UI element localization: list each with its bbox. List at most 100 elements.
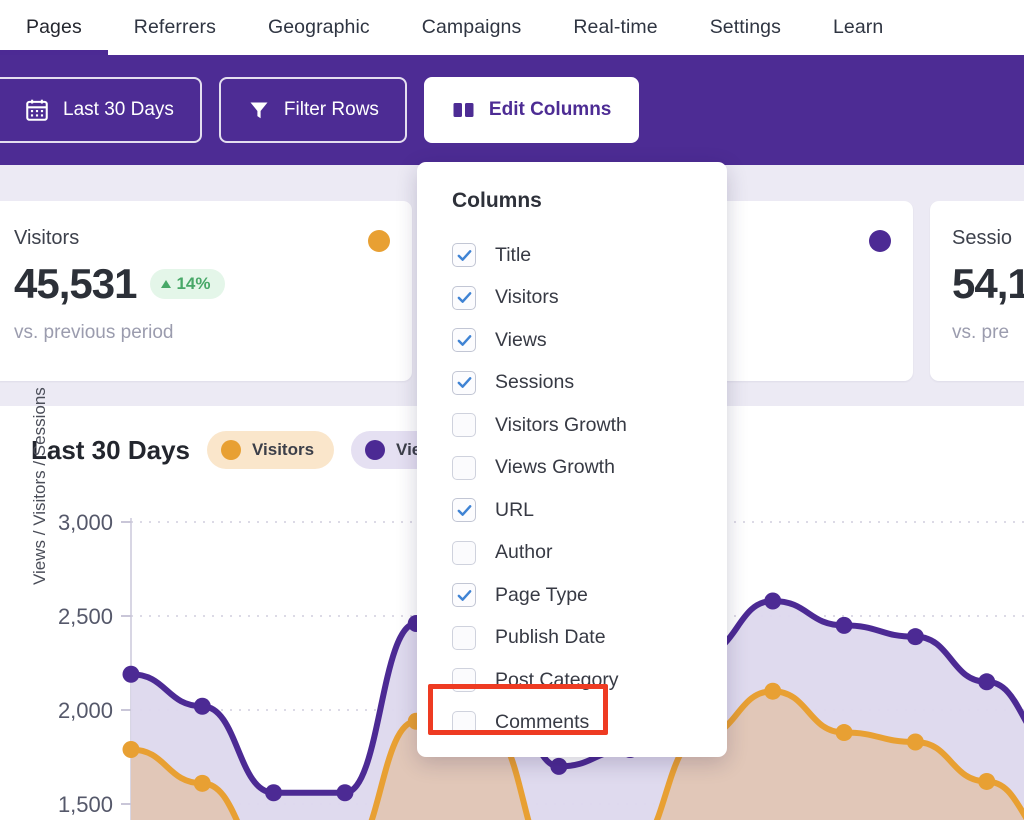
column-option-title[interactable]: Title bbox=[417, 234, 727, 277]
stat-card-value: 54,1 bbox=[952, 260, 1024, 307]
checkbox-checked-icon[interactable] bbox=[452, 583, 476, 608]
edit-columns-label: Edit Columns bbox=[488, 99, 612, 120]
checkbox-checked-icon[interactable] bbox=[452, 370, 476, 395]
column-option-label: Post Category bbox=[495, 668, 619, 691]
date-range-label: Last 30 Days bbox=[63, 99, 174, 120]
nav-tab-label: Geographic bbox=[267, 16, 370, 38]
legend-dot-icon bbox=[365, 440, 386, 460]
column-option-label: Author bbox=[495, 541, 553, 564]
nav-tab-referrers[interactable]: Referrers bbox=[108, 0, 242, 55]
checkbox-checked-icon[interactable] bbox=[452, 285, 476, 310]
y-tick-label: 2,500 bbox=[58, 604, 113, 629]
stat-card-sessions[interactable]: Sessio 54,1 vs. pre bbox=[930, 201, 1024, 381]
nav-tab-pages[interactable]: Pages bbox=[0, 0, 108, 55]
column-option-author[interactable]: Author bbox=[417, 532, 727, 575]
column-option-visitors[interactable]: Visitors bbox=[417, 277, 727, 320]
checkbox-checked-icon[interactable] bbox=[452, 328, 476, 353]
column-option-label: Visitors bbox=[495, 286, 559, 309]
nav-tab-label: Learn bbox=[832, 16, 884, 38]
checkbox-unchecked-icon[interactable] bbox=[452, 413, 476, 438]
chart-data-point[interactable] bbox=[978, 772, 996, 790]
checkbox-unchecked-icon[interactable] bbox=[452, 668, 476, 693]
nav-tab-settings[interactable]: Settings bbox=[684, 0, 807, 55]
y-tick-label: 2,000 bbox=[58, 698, 113, 723]
checkbox-unchecked-icon[interactable] bbox=[452, 540, 476, 565]
stat-card-delta-value: 14% bbox=[176, 274, 211, 293]
nav-tab-campaigns[interactable]: Campaigns bbox=[396, 0, 548, 55]
chart-data-point[interactable] bbox=[122, 665, 140, 683]
nav-tab-label: Settings bbox=[709, 16, 781, 38]
column-option-views[interactable]: Views bbox=[417, 319, 727, 362]
column-option-label: Comments bbox=[495, 711, 590, 734]
column-option-label: Sessions bbox=[495, 371, 575, 394]
stat-card-label: Sessio bbox=[952, 227, 1013, 249]
checkbox-unchecked-icon[interactable] bbox=[452, 455, 476, 480]
chart-title: Last 30 Days bbox=[31, 434, 190, 465]
chart-data-point[interactable] bbox=[764, 682, 782, 700]
chart-data-point[interactable] bbox=[193, 774, 211, 792]
filter-rows-button[interactable]: Filter Rows bbox=[218, 77, 407, 143]
stat-card-visitors[interactable]: Visitors 45,531 14% vs. previous period bbox=[0, 201, 412, 381]
column-option-visitors-growth[interactable]: Visitors Growth bbox=[417, 404, 727, 447]
chart-data-point[interactable] bbox=[906, 733, 924, 751]
chart-data-point[interactable] bbox=[835, 724, 853, 742]
stat-card-delta-badge: 14% bbox=[150, 269, 225, 299]
stat-card-value: 45,531 bbox=[14, 260, 137, 307]
column-option-label: Title bbox=[495, 243, 532, 266]
column-option-url[interactable]: URL bbox=[417, 489, 727, 532]
chart-data-point[interactable] bbox=[835, 616, 853, 634]
funnel-icon bbox=[247, 98, 271, 122]
legend-dot-icon bbox=[220, 440, 241, 460]
stat-card-subtitle: vs. pre bbox=[952, 322, 1010, 343]
column-option-page-type[interactable]: Page Type bbox=[417, 574, 727, 617]
legend-pill-0[interactable]: Visitors bbox=[206, 431, 335, 469]
columns-dropdown-panel: Columns Title Visitors Views Sessions Visito… bbox=[417, 162, 727, 757]
calendar-icon bbox=[24, 97, 50, 123]
column-option-post-category[interactable]: Post Category bbox=[417, 659, 727, 702]
column-option-publish-date[interactable]: Publish Date bbox=[417, 617, 727, 660]
nav-tab-label: Pages bbox=[26, 16, 82, 38]
checkbox-unchecked-icon[interactable] bbox=[452, 710, 476, 735]
checkbox-checked-icon[interactable] bbox=[452, 498, 476, 523]
column-option-comments[interactable]: Comments bbox=[417, 702, 727, 745]
checkbox-checked-icon[interactable] bbox=[452, 243, 476, 268]
column-option-views-growth[interactable]: Views Growth bbox=[417, 447, 727, 490]
legend-label: Visitors bbox=[251, 440, 315, 459]
stat-card-label: Visitors bbox=[14, 227, 80, 249]
nav-tab-geographic[interactable]: Geographic bbox=[242, 0, 396, 55]
column-option-label: URL bbox=[495, 498, 535, 521]
nav-tab-label: Real-time bbox=[573, 16, 658, 38]
chart-data-point[interactable] bbox=[265, 784, 283, 802]
nav-tab-real-time[interactable]: Real-time bbox=[547, 0, 683, 55]
chart-data-point[interactable] bbox=[122, 740, 140, 758]
chart-data-point[interactable] bbox=[978, 673, 996, 691]
column-option-label: Visitors Growth bbox=[495, 413, 627, 436]
stat-card-subtitle: vs. previous period bbox=[14, 322, 174, 343]
column-option-sessions[interactable]: Sessions bbox=[417, 362, 727, 405]
stat-card-value-row: 54,1 bbox=[952, 260, 1024, 308]
stat-card-series-dot bbox=[368, 230, 390, 252]
chart-data-point[interactable] bbox=[336, 784, 354, 802]
stat-card-value-row: 45,531 14% bbox=[14, 260, 390, 308]
edit-columns-button[interactable]: Edit Columns bbox=[423, 77, 640, 143]
chart-data-point[interactable] bbox=[550, 757, 568, 775]
stat-card-series-dot bbox=[869, 230, 891, 252]
chart-data-point[interactable] bbox=[193, 697, 211, 715]
nav-tab-label: Campaigns bbox=[421, 16, 522, 38]
column-option-label: Views bbox=[495, 328, 547, 351]
up-caret-icon bbox=[161, 280, 172, 288]
date-range-button[interactable]: Last 30 Days bbox=[0, 77, 202, 143]
columns-icon bbox=[452, 100, 476, 120]
checkbox-unchecked-icon[interactable] bbox=[452, 625, 476, 650]
y-tick-label: 3,000 bbox=[58, 510, 113, 535]
column-option-label: Views Growth bbox=[495, 456, 615, 479]
chart-data-point[interactable] bbox=[764, 592, 782, 610]
chart-data-point[interactable] bbox=[906, 628, 924, 646]
column-option-label: Publish Date bbox=[495, 626, 606, 649]
chart-legend: Visitors Vie bbox=[206, 431, 442, 469]
columns-dropdown-title: Columns bbox=[452, 189, 542, 212]
columns-dropdown-list: Title Visitors Views Sessions Visitors Growt… bbox=[417, 234, 727, 744]
app-root: Pages Referrers Geographic Campaigns Real-ti… bbox=[0, 0, 1024, 820]
nav-tab-label: Referrers bbox=[133, 16, 216, 38]
nav-tab-learn[interactable]: Learn bbox=[807, 0, 909, 55]
